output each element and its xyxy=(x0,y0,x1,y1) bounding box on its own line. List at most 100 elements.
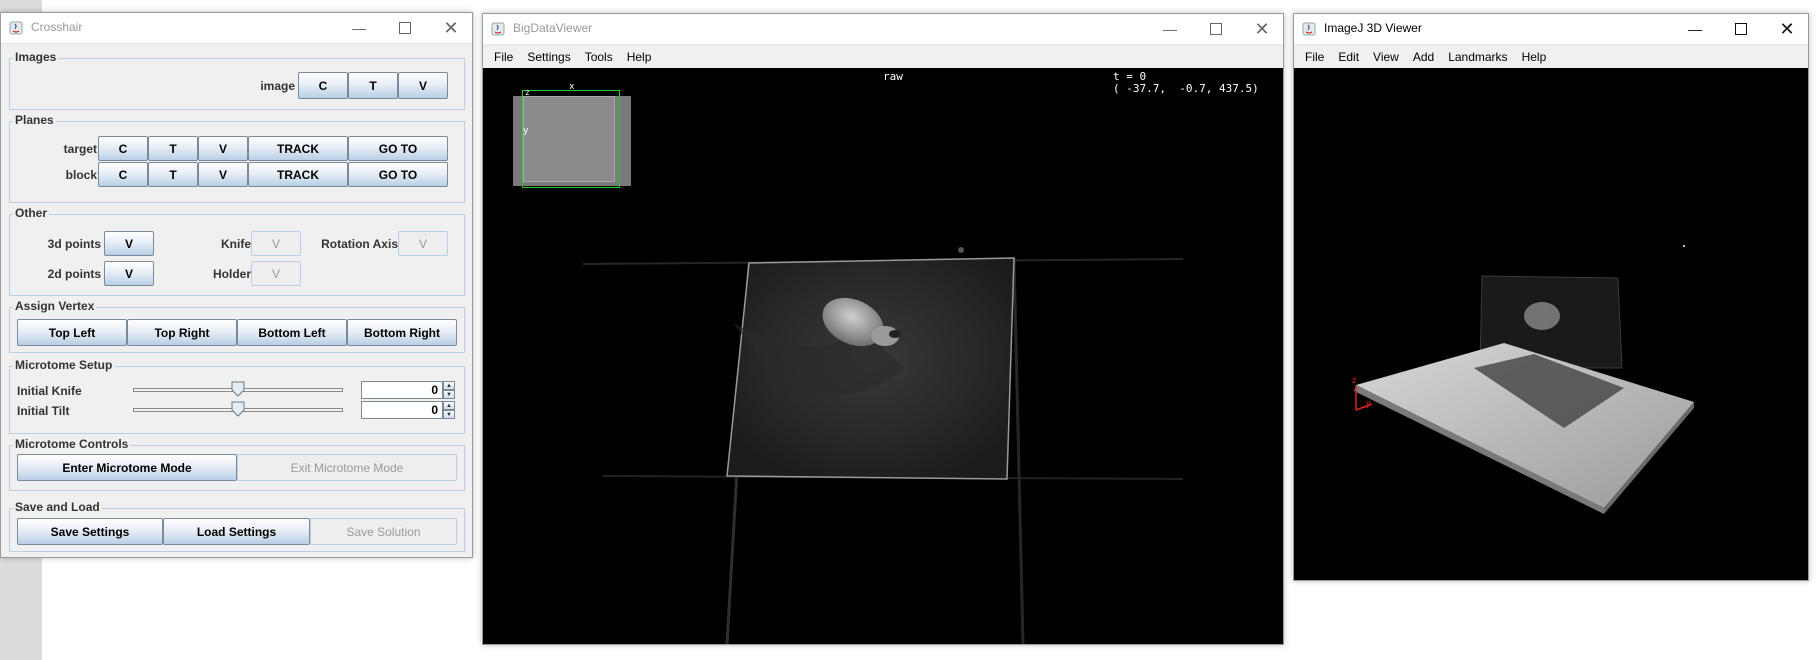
block-track-button[interactable]: TRACK xyxy=(248,162,348,187)
maximize-icon xyxy=(1735,23,1747,35)
images-group-label: Images xyxy=(13,50,59,64)
crosshair-titlebar[interactable]: Crosshair — ✕ xyxy=(1,13,472,44)
close-button[interactable]: ✕ xyxy=(428,13,474,43)
maximize-icon xyxy=(1210,23,1222,35)
maximize-button[interactable] xyxy=(1193,14,1239,44)
bdv-canvas[interactable]: x y z raw t = 0 ( -37.7, -0.7, 437.5) xyxy=(483,68,1283,644)
initial-tilt-slider-thumb[interactable] xyxy=(231,401,245,417)
knife-v-button[interactable]: V xyxy=(251,231,301,256)
rotation-axis-v-button[interactable]: V xyxy=(398,231,448,256)
window-title: ImageJ 3D Viewer xyxy=(1324,21,1422,35)
save-settings-button[interactable]: Save Settings xyxy=(17,518,163,545)
bdv-coordinates: ( -37.7, -0.7, 437.5) xyxy=(1113,82,1259,95)
close-icon: ✕ xyxy=(443,17,459,38)
bottom-right-button[interactable]: Bottom Right xyxy=(347,319,457,346)
viewer3d-render xyxy=(1354,245,1694,514)
maximize-icon xyxy=(399,22,411,34)
minimize-icon: — xyxy=(1163,21,1177,37)
points3d-v-button[interactable]: V xyxy=(104,231,154,256)
close-button[interactable]: ✕ xyxy=(1764,14,1810,44)
microtome-setup-group xyxy=(9,366,465,434)
knife-label: Knife xyxy=(221,237,251,251)
target-track-button[interactable]: TRACK xyxy=(248,136,348,161)
image-c-button[interactable]: C xyxy=(298,72,348,99)
block-c-button[interactable]: C xyxy=(98,162,148,187)
menu-file[interactable]: File xyxy=(1298,50,1331,64)
viewer3d-window: ImageJ 3D Viewer — ✕ File Edit View Add … xyxy=(1293,13,1809,581)
initial-knife-slider-thumb[interactable] xyxy=(231,381,245,397)
close-icon: ✕ xyxy=(1779,18,1795,39)
bdv-overview-frame xyxy=(522,90,620,188)
initial-knife-down-icon[interactable]: ▼ xyxy=(443,390,455,399)
microtome-setup-group-label: Microtome Setup xyxy=(13,358,115,372)
points3d-label: 3d points xyxy=(47,237,101,251)
save-solution-button[interactable]: Save Solution xyxy=(310,518,457,545)
load-settings-button[interactable]: Load Settings xyxy=(163,518,310,545)
viewer3d-canvas[interactable]: z y xyxy=(1294,68,1808,580)
image-v-button[interactable]: V xyxy=(398,72,448,99)
menu-help[interactable]: Help xyxy=(1515,50,1554,64)
microtome-controls-group-label: Microtome Controls xyxy=(13,437,131,451)
minimize-button[interactable]: — xyxy=(336,13,382,43)
bdv-source-name: raw xyxy=(883,70,903,83)
target-v-button[interactable]: V xyxy=(198,136,248,161)
other-group-label: Other xyxy=(13,206,50,220)
block-v-button[interactable]: V xyxy=(198,162,248,187)
minimize-icon: — xyxy=(352,20,366,36)
maximize-button[interactable] xyxy=(382,13,428,43)
holder-v-button[interactable]: V xyxy=(251,261,301,286)
bdv-window: BigDataViewer — ✕ File Settings Tools He… xyxy=(482,13,1284,645)
initial-tilt-up-icon[interactable]: ▲ xyxy=(443,401,455,410)
java-app-icon xyxy=(491,22,505,36)
points2d-label: 2d points xyxy=(47,267,101,281)
top-left-button[interactable]: Top Left xyxy=(17,319,127,346)
block-goto-button[interactable]: GO TO xyxy=(348,162,448,187)
menu-help[interactable]: Help xyxy=(620,50,659,64)
viewer3d-axis-y: y xyxy=(1366,398,1371,408)
exit-microtome-mode-button[interactable]: Exit Microtome Mode xyxy=(237,454,457,481)
menu-view[interactable]: View xyxy=(1366,50,1406,64)
menu-file[interactable]: File xyxy=(487,50,520,64)
target-c-button[interactable]: C xyxy=(98,136,148,161)
minimize-button[interactable]: — xyxy=(1672,14,1718,44)
viewer3d-titlebar[interactable]: ImageJ 3D Viewer — ✕ xyxy=(1294,14,1808,45)
block-t-button[interactable]: T xyxy=(148,162,198,187)
minimize-icon: — xyxy=(1688,21,1702,37)
menu-landmarks[interactable]: Landmarks xyxy=(1441,50,1514,64)
initial-knife-field[interactable]: 0 xyxy=(361,381,443,399)
menu-add[interactable]: Add xyxy=(1406,50,1441,64)
bottom-left-button[interactable]: Bottom Left xyxy=(237,319,347,346)
block-label: block xyxy=(65,168,97,182)
bdv-axis-x: x xyxy=(569,82,575,92)
maximize-button[interactable] xyxy=(1718,14,1764,44)
window-title: BigDataViewer xyxy=(513,21,593,35)
bdv-overview-box: x y z xyxy=(513,82,631,188)
menu-tools[interactable]: Tools xyxy=(578,50,620,64)
target-t-button[interactable]: T xyxy=(148,136,198,161)
initial-knife-up-icon[interactable]: ▲ xyxy=(443,381,455,390)
java-app-icon xyxy=(9,21,23,35)
initial-knife-label: Initial Knife xyxy=(17,384,82,398)
bdv-menubar: File Settings Tools Help xyxy=(483,45,1283,69)
menu-edit[interactable]: Edit xyxy=(1331,50,1366,64)
initial-tilt-label: Initial Tilt xyxy=(17,404,70,418)
points2d-v-button[interactable]: V xyxy=(104,261,154,286)
minimize-button[interactable]: — xyxy=(1147,14,1193,44)
menu-settings[interactable]: Settings xyxy=(520,50,577,64)
initial-tilt-field[interactable]: 0 xyxy=(361,401,443,419)
planes-group-label: Planes xyxy=(13,113,56,127)
initial-tilt-down-icon[interactable]: ▼ xyxy=(443,410,455,419)
target-label: target xyxy=(63,142,97,156)
target-goto-button[interactable]: GO TO xyxy=(348,136,448,161)
enter-microtome-mode-button[interactable]: Enter Microtome Mode xyxy=(17,454,237,481)
bdv-titlebar[interactable]: BigDataViewer — ✕ xyxy=(483,14,1283,45)
image-t-button[interactable]: T xyxy=(348,72,398,99)
bdv-axis-y: y xyxy=(523,126,529,136)
image-label: image xyxy=(260,79,295,93)
assign-vertex-group-label: Assign Vertex xyxy=(13,299,97,313)
java-app-icon xyxy=(1302,22,1316,36)
close-button[interactable]: ✕ xyxy=(1239,14,1285,44)
top-right-button[interactable]: Top Right xyxy=(127,319,237,346)
bdv-axis-z: z xyxy=(525,88,530,97)
rotation-axis-label: Rotation Axis xyxy=(321,237,398,251)
